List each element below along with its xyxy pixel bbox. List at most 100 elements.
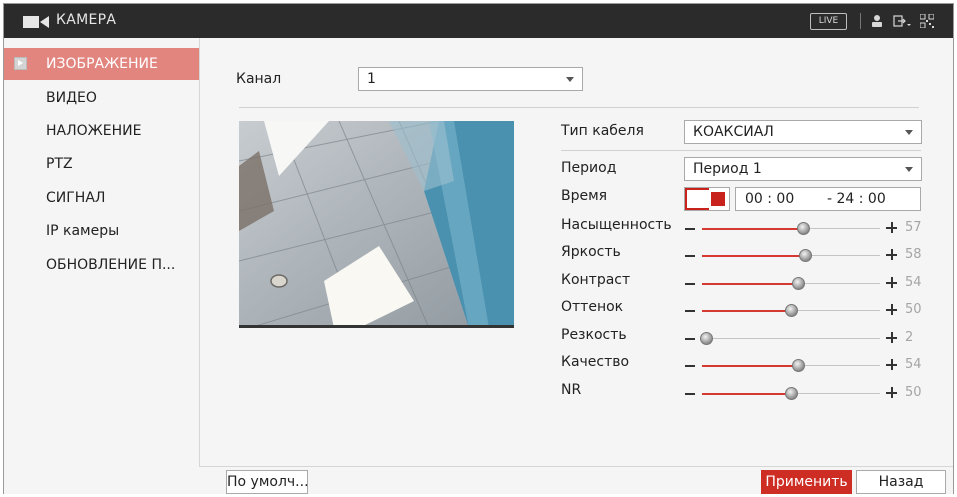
slider-label: Контраст — [561, 272, 631, 288]
slider-track[interactable] — [702, 277, 880, 290]
slider-value: 54 — [905, 275, 922, 290]
slider-handle[interactable] — [700, 332, 713, 345]
slider-value: 50 — [905, 385, 922, 400]
main-content: Канал 1 Тип кабеля КОАКСИАЛ Период Перио… — [199, 38, 953, 466]
slider-label: Оттенок — [561, 299, 624, 315]
plus-icon[interactable] — [886, 332, 898, 344]
sidebar-item-ptz[interactable]: PTZ — [4, 148, 199, 180]
slider-label: Насыщенность — [561, 217, 672, 233]
period-value: Период 1 — [693, 161, 762, 177]
sidebar-item-update[interactable]: ОБНОВЛЕНИЕ П... — [4, 249, 199, 281]
live-button[interactable]: LIVE — [810, 13, 847, 30]
slider-track[interactable] — [702, 222, 880, 235]
plus-icon[interactable] — [886, 249, 898, 261]
channel-value: 1 — [367, 71, 376, 87]
sidebar-item-label: ОБНОВЛЕНИЕ П... — [46, 257, 176, 273]
minus-icon[interactable] — [684, 273, 696, 293]
slider-fill — [702, 227, 803, 230]
slider[interactable]: 57 — [684, 218, 922, 238]
slider[interactable]: 50 — [684, 383, 922, 403]
sidebar-item-image[interactable]: ИЗОБРАЖЕНИЕ — [4, 48, 199, 80]
sidebar-item-overlay[interactable]: НАЛОЖЕНИЕ — [4, 115, 199, 147]
plus-icon[interactable] — [886, 387, 898, 399]
slider[interactable]: 2 — [684, 328, 922, 348]
slider-handle[interactable] — [785, 387, 798, 400]
cable-type-value: КОАКСИАЛ — [693, 124, 774, 140]
divider — [860, 13, 861, 29]
minus-icon[interactable] — [684, 355, 696, 375]
slider-label: Резкость — [561, 327, 627, 343]
minus-icon[interactable] — [684, 300, 696, 320]
slider-track[interactable] — [702, 387, 880, 400]
qr-code-icon[interactable] — [920, 14, 934, 28]
cable-type-label: Тип кабеля — [561, 123, 644, 139]
sidebar-item-label: ИЗОБРАЖЕНИЕ — [46, 56, 158, 72]
minus-icon[interactable] — [684, 328, 696, 348]
plus-icon[interactable] — [886, 304, 898, 316]
slider-label: Яркость — [561, 244, 621, 260]
slider-value: 2 — [905, 330, 914, 345]
camera-preview — [239, 121, 514, 328]
slider-handle[interactable] — [797, 222, 810, 235]
plus-icon[interactable] — [886, 359, 898, 371]
minus-icon[interactable] — [684, 218, 696, 238]
apply-button[interactable]: Применить — [761, 470, 852, 494]
sidebar-item-label: PTZ — [46, 156, 73, 172]
slider-track[interactable] — [700, 332, 880, 345]
plus-icon[interactable] — [886, 222, 898, 234]
slider-track[interactable] — [702, 249, 880, 262]
divider — [239, 107, 919, 108]
sidebar-item-label: IP камеры — [46, 223, 120, 239]
chevron-down-icon — [905, 130, 913, 135]
camera-icon — [23, 16, 49, 28]
sidebar-item-label: СИГНАЛ — [46, 190, 106, 206]
minus-icon[interactable] — [684, 383, 696, 403]
color-frame — [685, 188, 709, 210]
color-swatch — [711, 192, 725, 206]
time-range-field[interactable]: 00 : 00 - 24 : 00 — [735, 187, 921, 211]
default-button[interactable]: По умолч... — [226, 470, 309, 494]
slider[interactable]: 50 — [684, 300, 922, 320]
window: КАМЕРА LIVE ИЗОБРАЖЕНИЕ ВИДЕО НАЛОЖЕНИЕ … — [3, 3, 954, 494]
slider-fill — [702, 254, 805, 257]
period-select[interactable]: Период 1 — [684, 157, 922, 181]
slider-track[interactable] — [702, 359, 880, 372]
slider[interactable]: 58 — [684, 245, 922, 265]
logout-dropdown-icon[interactable] — [893, 14, 911, 28]
time-end: - 24 : 00 — [827, 191, 886, 207]
slider-fill — [702, 309, 791, 312]
slider-value: 54 — [905, 357, 922, 372]
user-icon[interactable] — [871, 14, 883, 28]
slider-fill — [702, 282, 798, 285]
slider-handle[interactable] — [785, 304, 798, 317]
period-label: Период — [561, 160, 617, 176]
sidebar-item-signal[interactable]: СИГНАЛ — [4, 182, 199, 214]
cable-type-select[interactable]: КОАКСИАЛ — [684, 120, 922, 144]
slider-fill — [702, 392, 791, 395]
sidebar-item-label: ВИДЕО — [46, 90, 97, 106]
chevron-right-icon — [14, 57, 27, 70]
sidebar-item-ip-cameras[interactable]: IP камеры — [4, 215, 199, 247]
sidebar-item-label: НАЛОЖЕНИЕ — [46, 123, 142, 139]
slider-handle[interactable] — [792, 277, 805, 290]
plus-icon[interactable] — [886, 277, 898, 289]
slider[interactable]: 54 — [684, 273, 922, 293]
slider-label: NR — [561, 382, 582, 398]
slider-value: 57 — [905, 220, 922, 235]
time-start: 00 : 00 — [745, 191, 795, 207]
slider-track[interactable] — [702, 304, 880, 317]
period-color-picker[interactable] — [684, 187, 730, 211]
slider[interactable]: 54 — [684, 355, 922, 375]
chevron-down-icon — [905, 167, 913, 172]
chevron-down-icon — [566, 77, 574, 82]
slider-handle[interactable] — [799, 249, 812, 262]
minus-icon[interactable] — [684, 245, 696, 265]
time-label: Время — [561, 188, 608, 204]
back-button[interactable]: Назад — [856, 470, 946, 494]
sidebar: ИЗОБРАЖЕНИЕ ВИДЕО НАЛОЖЕНИЕ PTZ СИГНАЛ I… — [4, 38, 199, 494]
divider — [561, 150, 921, 151]
channel-select[interactable]: 1 — [358, 67, 583, 91]
slider-handle[interactable] — [792, 359, 805, 372]
page-title: КАМЕРА — [56, 12, 117, 28]
sidebar-item-video[interactable]: ВИДЕО — [4, 82, 199, 114]
